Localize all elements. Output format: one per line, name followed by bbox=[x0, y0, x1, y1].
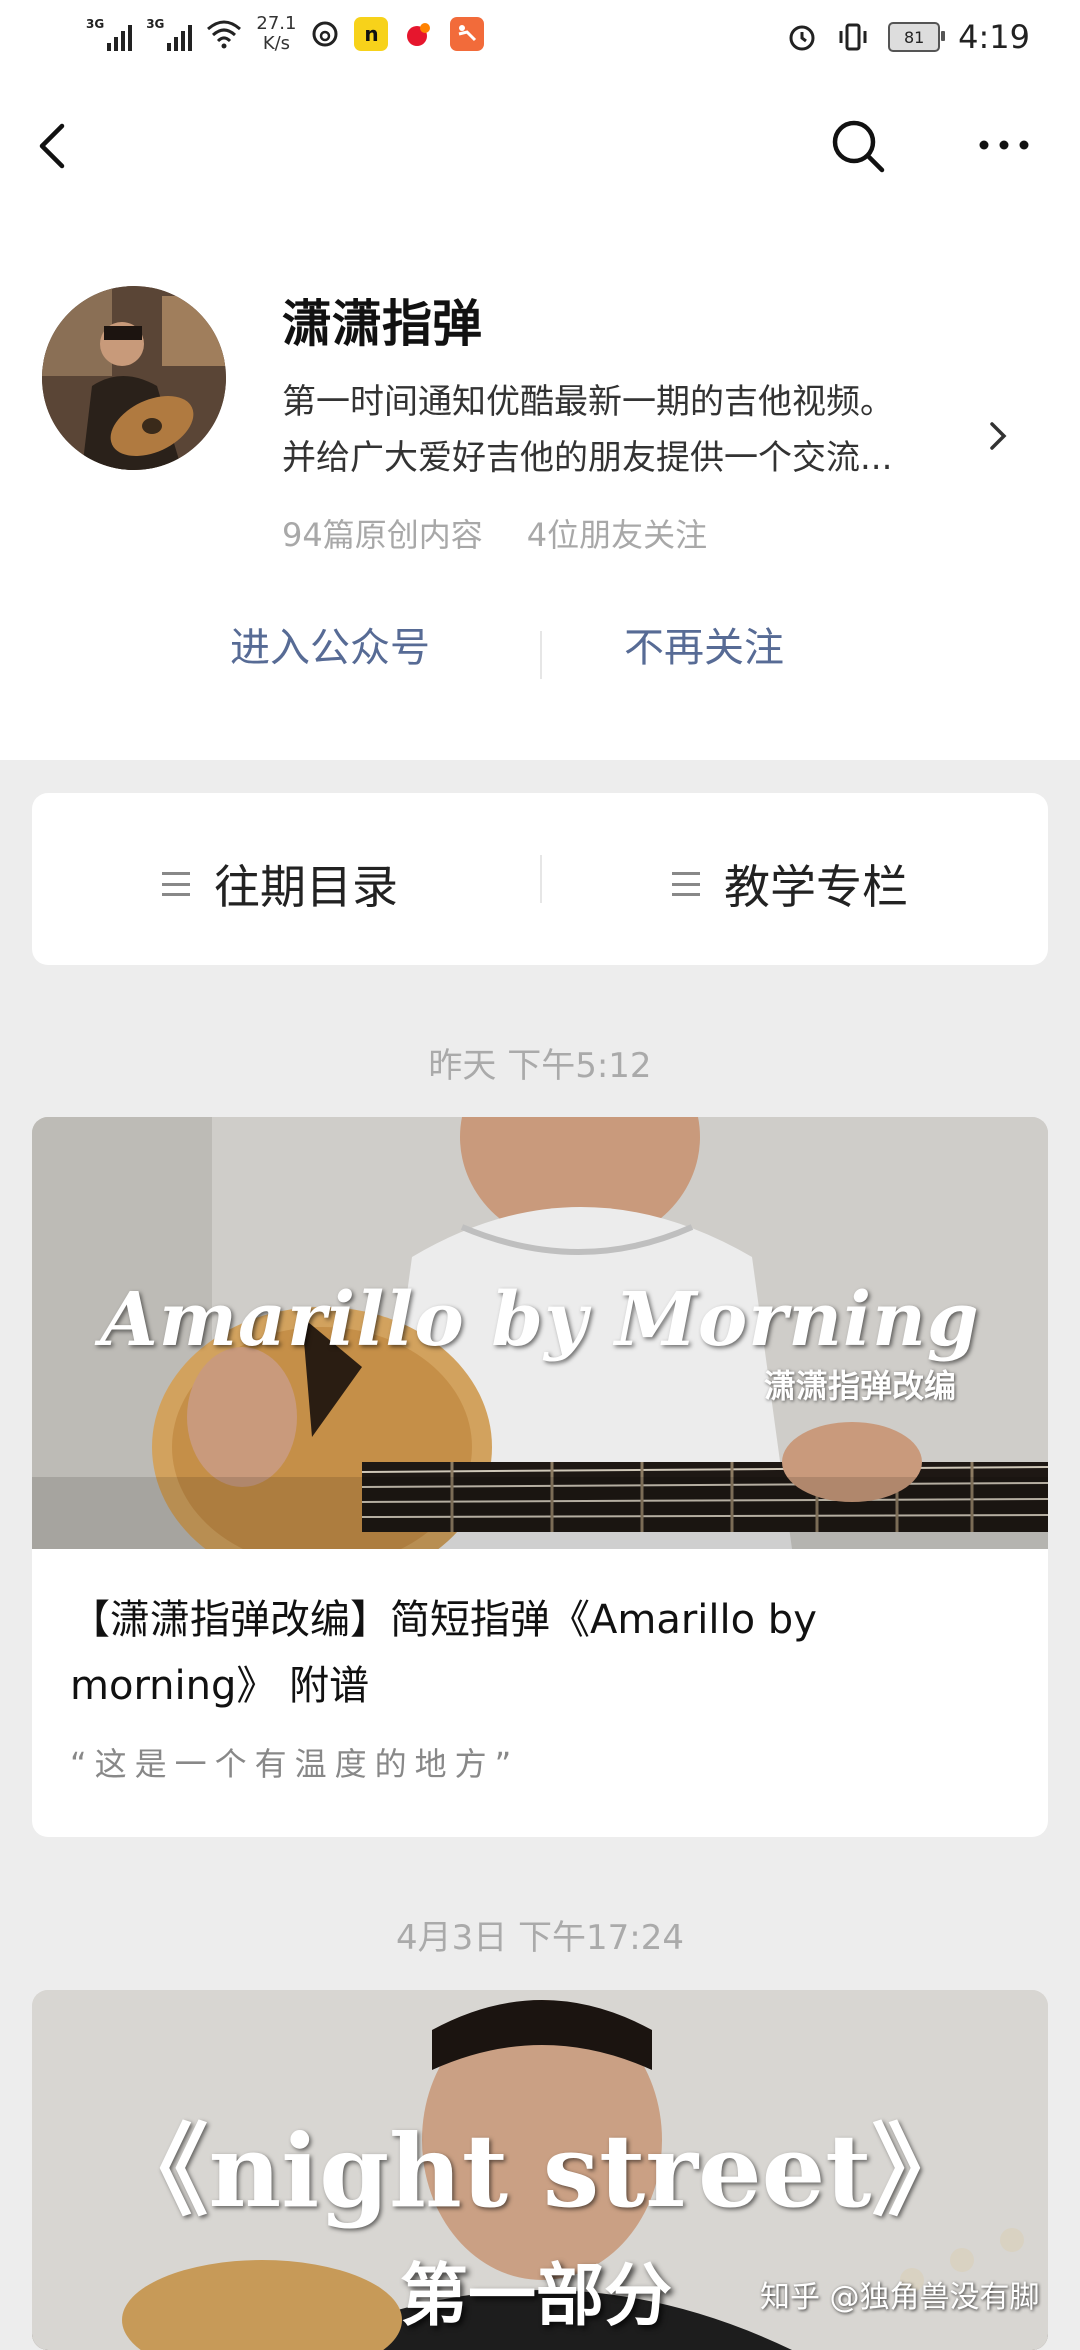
account-actions: 进入公众号 不再关注 bbox=[0, 615, 1080, 705]
battery-level: 81 bbox=[903, 27, 925, 47]
menu-item-teaching[interactable]: 教学专栏 bbox=[672, 851, 908, 917]
account-profile: 潇潇指弹 第一时间通知优酷最新一期的吉他视频。 并给广大爱好吉他的朋友提供一个交… bbox=[0, 210, 1080, 760]
status-left: 3G 3G 27.1 K/s n bbox=[86, 14, 485, 54]
article-title[interactable]: 【潇潇指弹改编】简短指弹《Amarillo by morning》 附谱 bbox=[70, 1587, 1010, 1719]
article-card[interactable]: Amarillo by Morning 潇潇指弹改编 【潇潇指弹改编】简短指弹《… bbox=[32, 1117, 1048, 1837]
account-stats: 94篇原创内容 4位朋友关注 bbox=[282, 510, 707, 556]
app-icon-taobao bbox=[450, 17, 485, 51]
more-icon[interactable] bbox=[974, 120, 1034, 170]
divider bbox=[540, 855, 542, 903]
status-bar: 3G 3G 27.1 K/s n 81 4:19 bbox=[0, 0, 1080, 80]
enter-account-button[interactable]: 进入公众号 bbox=[230, 615, 430, 673]
watermark: 知乎 @独角兽没有脚 bbox=[760, 2280, 1040, 2315]
list-icon bbox=[672, 872, 700, 896]
cover-subtitle: 潇潇指弹改编 bbox=[764, 1367, 957, 1405]
wifi-icon bbox=[207, 20, 242, 49]
menu-item-label: 教学专栏 bbox=[724, 860, 908, 914]
network-type-2: 3G bbox=[146, 17, 165, 31]
cover-title: Amarillo by Morning bbox=[100, 1277, 980, 1363]
menu-item-label: 往期目录 bbox=[214, 860, 398, 914]
search-icon[interactable] bbox=[828, 116, 888, 176]
network-type-1: 3G bbox=[86, 17, 105, 31]
speed-unit: K/s bbox=[262, 33, 291, 54]
post-time: 昨天 下午5:12 bbox=[428, 1046, 652, 1086]
original-count: 94篇原创内容 bbox=[282, 516, 483, 554]
signal-icon: 3G bbox=[86, 17, 133, 51]
list-icon bbox=[162, 872, 190, 896]
app-icon-weibo bbox=[402, 17, 437, 51]
netease-music-icon bbox=[312, 21, 338, 47]
article-digest: “这是一个有温度的地方” bbox=[70, 1745, 520, 1783]
account-menu: 往期目录 教学专栏 bbox=[32, 793, 1048, 965]
back-icon[interactable] bbox=[34, 118, 84, 174]
divider bbox=[540, 631, 542, 679]
chevron-right-icon[interactable] bbox=[986, 416, 1010, 456]
top-nav-bar bbox=[0, 80, 1080, 210]
account-name: 潇潇指弹 bbox=[282, 295, 482, 353]
clock: 4:19 bbox=[958, 18, 1030, 56]
unfollow-button[interactable]: 不再关注 bbox=[624, 615, 784, 673]
cover-subtitle: 第一部分 bbox=[400, 2257, 673, 2336]
account-description[interactable]: 第一时间通知优酷最新一期的吉他视频。 并给广大爱好吉他的朋友提供一个交流... bbox=[282, 374, 972, 486]
description-line-1: 第一时间通知优酷最新一期的吉他视频。 bbox=[282, 382, 894, 422]
article-cover-image[interactable]: Amarillo by Morning 潇潇指弹改编 bbox=[32, 1117, 1048, 1549]
battery-icon: 81 bbox=[888, 22, 946, 52]
vibrate-icon bbox=[839, 23, 867, 51]
signal-icon-2: 3G bbox=[146, 17, 193, 51]
network-speed: 27.1 K/s bbox=[256, 14, 296, 54]
status-right: 81 4:19 bbox=[786, 18, 1030, 56]
cover-title: 《night street》 bbox=[108, 2112, 972, 2230]
speed-value: 27.1 bbox=[256, 13, 297, 34]
post-time: 4月3日 下午17:24 bbox=[395, 1918, 685, 1958]
account-avatar[interactable] bbox=[42, 286, 226, 470]
description-line-2: 并给广大爱好吉他的朋友提供一个交流... bbox=[282, 438, 893, 478]
menu-item-archive[interactable]: 往期目录 bbox=[162, 851, 398, 917]
alarm-icon bbox=[789, 25, 815, 51]
app-icon-n: n bbox=[354, 17, 389, 51]
friends-following[interactable]: 4位朋友关注 bbox=[527, 510, 707, 556]
